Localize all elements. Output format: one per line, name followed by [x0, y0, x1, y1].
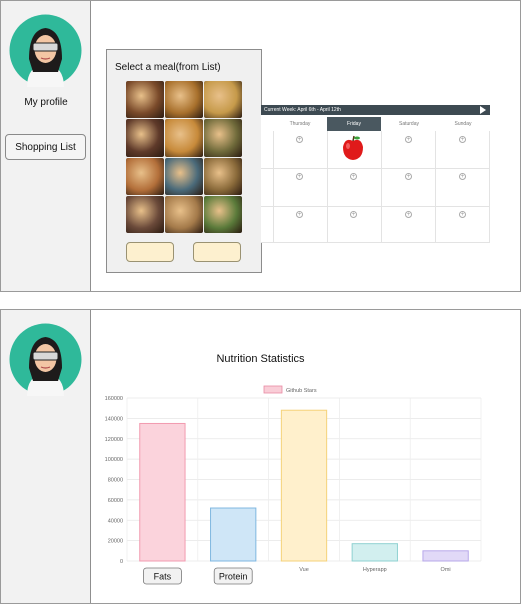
- dialog-left-button[interactable]: [126, 242, 174, 262]
- my-profile-label[interactable]: My profile: [1, 97, 91, 108]
- chart-title: Nutrition Statistics: [216, 353, 305, 365]
- add-meal-icon[interactable]: +: [405, 173, 412, 180]
- y-tick-label: 20000: [108, 539, 123, 545]
- meal-image[interactable]: [126, 157, 164, 195]
- meal-image[interactable]: [165, 119, 203, 157]
- add-meal-icon[interactable]: +: [350, 211, 357, 218]
- meal-image[interactable]: [204, 119, 242, 157]
- bar: [351, 543, 398, 562]
- add-meal-icon[interactable]: +: [459, 136, 466, 143]
- y-tick-label: 120000: [105, 437, 123, 443]
- meal-image[interactable]: [126, 81, 164, 119]
- add-meal-icon[interactable]: +: [459, 173, 466, 180]
- dialog-right-button[interactable]: [193, 242, 241, 262]
- apple-icon[interactable]: [341, 135, 365, 161]
- meal-image[interactable]: [204, 157, 242, 195]
- add-meal-icon[interactable]: +: [350, 173, 357, 180]
- add-meal-icon[interactable]: +: [459, 211, 466, 218]
- calendar-week-label: Current Week: April 6th - April 12th: [264, 107, 341, 113]
- shopping-list-button[interactable]: Shopping List: [5, 134, 86, 160]
- x-tick-label: Omi: [441, 567, 451, 573]
- y-tick-label: 140000: [105, 416, 123, 422]
- add-meal-icon[interactable]: +: [405, 211, 412, 218]
- meal-image[interactable]: [126, 119, 164, 157]
- add-meal-icon[interactable]: +: [405, 136, 412, 143]
- x-tick-label[interactable]: Protein: [219, 572, 248, 582]
- dialog-title: Select a meal(from List): [115, 62, 221, 73]
- meal-image[interactable]: [165, 157, 203, 195]
- x-tick-label[interactable]: Fats: [154, 572, 172, 582]
- day-friday[interactable]: Friday: [327, 117, 381, 131]
- legend-swatch: [263, 385, 283, 394]
- meal-image[interactable]: [204, 195, 242, 233]
- meal-image[interactable]: [165, 195, 203, 233]
- nutrition-bar-chart: Github Stars 160000 140000 120000 100000 8000…: [105, 385, 482, 585]
- meal-image-grid: [126, 81, 242, 233]
- bar: [210, 507, 257, 562]
- avatar[interactable]: [9, 14, 82, 87]
- x-tick-label: Hyperapp: [363, 567, 387, 573]
- weekly-calendar: Current Week: April 6th - April 12th Thu…: [261, 105, 490, 243]
- meal-select-dialog: Select a meal(from List): [106, 49, 262, 273]
- y-tick-label: 60000: [108, 498, 123, 504]
- legend-label: Github Stars: [286, 388, 317, 394]
- calendar-header: Current Week: April 6th - April 12th: [261, 105, 490, 115]
- bar: [139, 422, 186, 562]
- calendar-days: Thursday Friday Saturday Sunday: [261, 117, 490, 131]
- meal-image[interactable]: [204, 81, 242, 119]
- calendar-grid: + + + + + + + + + + +: [261, 131, 490, 243]
- y-tick-label: 80000: [108, 478, 123, 484]
- add-meal-icon[interactable]: +: [296, 173, 303, 180]
- day-thursday[interactable]: Thursday: [273, 117, 327, 131]
- meal-planner-screen: My profile Shopping List Select a meal(f…: [0, 0, 521, 292]
- y-tick-label: 0: [120, 559, 123, 565]
- add-meal-icon[interactable]: +: [296, 136, 303, 143]
- bar: [422, 550, 469, 562]
- day-sunday[interactable]: Sunday: [436, 117, 490, 131]
- bar: [280, 409, 328, 562]
- y-tick-label: 100000: [105, 457, 123, 463]
- sidebar: My profile Shopping List: [1, 1, 91, 291]
- y-tick-label: 40000: [108, 518, 123, 524]
- day-saturday[interactable]: Saturday: [382, 117, 436, 131]
- y-tick-label: 160000: [105, 396, 123, 402]
- x-tick-label: Vue: [299, 567, 309, 573]
- meal-image[interactable]: [126, 195, 164, 233]
- add-meal-icon[interactable]: +: [296, 211, 303, 218]
- meal-image[interactable]: [165, 81, 203, 119]
- next-week-arrow-icon[interactable]: [480, 106, 486, 114]
